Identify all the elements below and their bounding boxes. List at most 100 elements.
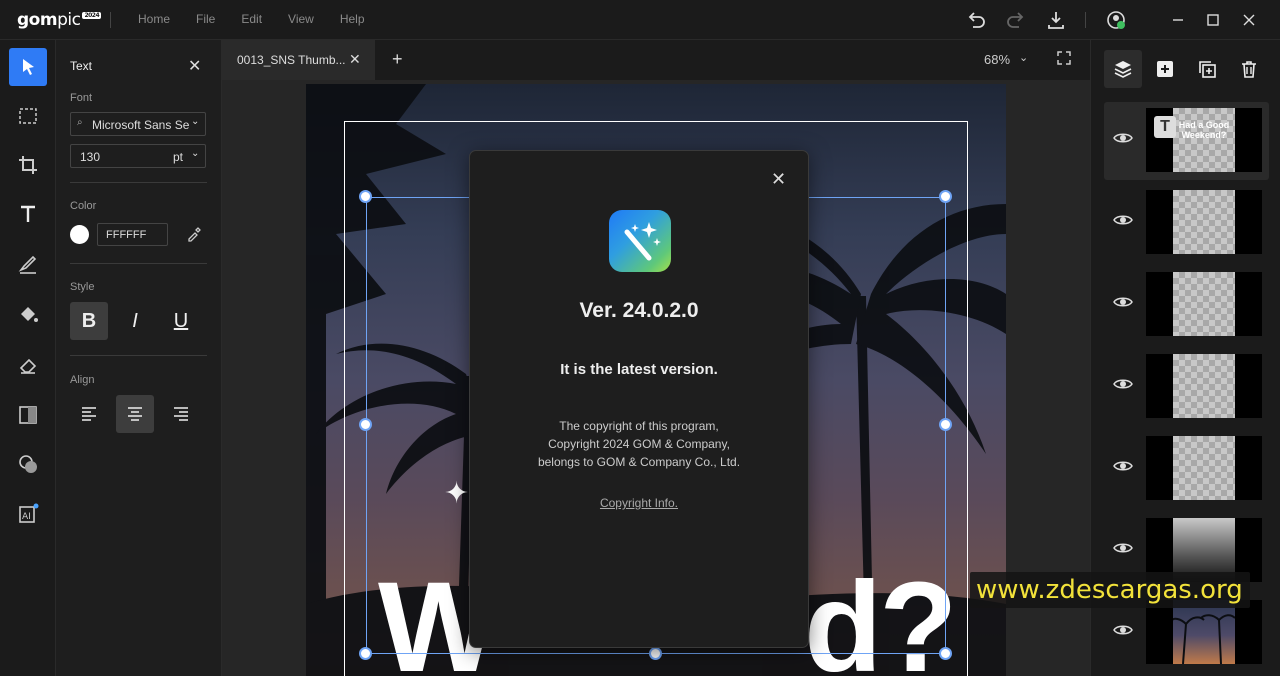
visibility-eye-icon[interactable] [1113,459,1133,473]
account-icon[interactable] [1105,9,1127,31]
tool-rail: AI [0,40,56,676]
close-tab-icon[interactable]: ✕ [349,51,361,68]
font-value: Microsoft Sans Se [92,118,190,132]
font-select[interactable]: ⌕ Microsoft Sans Se ⌄ [70,112,206,136]
close-dialog-icon[interactable]: ✕ [771,169,786,190]
layer-item[interactable] [1104,266,1269,344]
visibility-eye-icon[interactable] [1113,131,1133,145]
layer-item[interactable] [1104,184,1269,262]
text-properties-panel: Text ✕ Font ⌕ Microsoft Sans Se ⌄ 130 pt… [56,40,222,676]
eyedropper-icon[interactable] [186,226,202,247]
panel-title: Text [70,59,93,73]
gradient-tool[interactable] [9,396,47,434]
chevron-down-icon[interactable]: ⌄ [1019,51,1028,64]
align-right-button[interactable] [162,395,200,433]
add-tab-icon[interactable]: + [392,49,403,70]
align-label: Align [70,374,95,386]
bold-button[interactable]: B [70,302,108,340]
resize-handle-top-left[interactable] [359,190,372,203]
menu-help[interactable]: Help [340,12,365,26]
divider [1085,12,1086,28]
undo-icon[interactable] [965,9,987,31]
app-window: gompic 2024 Home File Edit View Help AI … [0,0,1280,676]
align-center-button[interactable] [116,395,154,433]
visibility-eye-icon[interactable] [1113,213,1133,227]
align-right-icon [174,407,188,421]
ai-tool[interactable]: AI [9,495,47,533]
layers-button[interactable] [1104,50,1142,88]
underline-button[interactable]: U [162,302,200,340]
menu-view[interactable]: View [288,12,314,26]
menu-edit[interactable]: Edit [241,12,262,26]
color-hex-input[interactable]: FFFFFF [97,223,168,246]
visibility-eye-icon[interactable] [1113,541,1133,555]
shape-tool[interactable] [9,445,47,483]
align-center-icon [128,407,142,421]
italic-button[interactable]: I [116,302,154,340]
app-icon [609,210,671,272]
about-dialog: ✕ Ver. 24.0.2.0 It is the latest version… [469,150,809,648]
menu-home[interactable]: Home [138,12,170,26]
search-icon: ⌕ [77,117,83,128]
font-size-select[interactable]: 130 pt ⌄ [70,144,206,168]
crop-icon [19,156,37,174]
layer-item[interactable] [1104,348,1269,426]
select-tool[interactable] [9,48,47,86]
menu-file[interactable]: File [196,12,215,26]
add-layer-button[interactable] [1146,50,1184,88]
eraser-tool[interactable] [9,346,47,384]
visibility-eye-icon[interactable] [1113,295,1133,309]
text-icon [21,205,35,222]
maximize-icon[interactable] [1202,9,1224,31]
color-swatch[interactable] [70,225,89,244]
crop-tool[interactable] [9,146,47,184]
font-label: Font [70,92,93,104]
brush-tool[interactable] [9,245,47,283]
visibility-eye-icon[interactable] [1113,377,1133,391]
trash-icon [1242,61,1256,78]
resize-handle-bottom-right[interactable] [939,647,952,660]
layer-item-text[interactable]: T Had a Good Weekend? [1104,102,1269,180]
layer-thumbnail [1146,354,1262,418]
style-label: Style [70,281,95,293]
app-logo: gompic 2024 [17,10,102,30]
text-tool[interactable] [9,195,47,233]
version-text: Ver. 24.0.2.0 [579,299,699,322]
minimize-icon[interactable] [1167,9,1189,31]
duplicate-layer-button[interactable] [1188,50,1226,88]
marquee-tool[interactable] [9,97,47,135]
close-window-icon[interactable] [1238,9,1260,31]
visibility-eye-icon[interactable] [1113,623,1133,637]
font-size-value: 130 [80,150,101,164]
chevron-down-icon: ⌄ [191,116,200,127]
resize-handle-middle-right[interactable] [939,418,952,431]
color-hex-value: FFFFFF [106,229,147,241]
resize-handle-middle-left[interactable] [359,418,372,431]
fill-tool[interactable] [9,295,47,333]
resize-handle-bottom-left[interactable] [359,647,372,660]
document-tab[interactable]: 0013_SNS Thumb... ✕ [222,40,375,80]
layer-item[interactable] [1104,430,1269,508]
align-left-button[interactable] [70,395,108,433]
download-icon[interactable] [1045,9,1067,31]
zoom-level[interactable]: 68% [984,52,1010,67]
title-bar: gompic 2024 Home File Edit View Help [0,0,1280,40]
layer-thumbnail [1146,600,1262,665]
layer-thumbnail [1146,436,1262,500]
copyright-info-link[interactable]: Copyright Info. [470,496,808,510]
divider [70,263,207,264]
layer-text-preview: Had a Good Weekend? [1178,120,1230,140]
redo-icon[interactable] [1005,9,1027,31]
align-left-icon [82,407,96,421]
paint-bucket-icon [21,307,38,322]
resize-handle-bottom-center[interactable] [649,647,662,660]
eraser-icon [19,358,37,374]
text-layer-icon: T [1154,116,1176,138]
layer-thumbnail [1146,272,1262,336]
resize-handle-top-right[interactable] [939,190,952,203]
close-panel-icon[interactable]: ✕ [188,56,201,76]
fit-screen-icon[interactable] [1056,50,1072,71]
delete-layer-button[interactable] [1230,50,1268,88]
pointer-icon [23,59,34,75]
font-size-unit: pt [173,150,184,164]
